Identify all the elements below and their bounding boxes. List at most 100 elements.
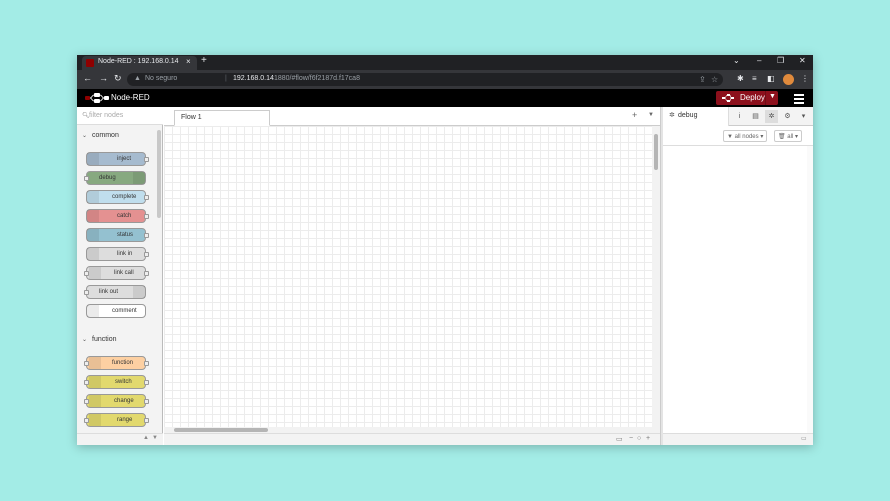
tab-debug[interactable]: ✲ debug bbox=[663, 107, 729, 126]
palette-category-function[interactable]: ⌄ function bbox=[77, 333, 157, 347]
help-book-icon[interactable]: ▤ bbox=[749, 110, 762, 123]
canvas-vertical-scrollbar[interactable] bbox=[652, 126, 660, 427]
debug-scrollbar[interactable] bbox=[807, 146, 813, 433]
link-out-icon bbox=[133, 286, 145, 298]
palette-node-label: comment bbox=[112, 308, 137, 314]
open-window-icon[interactable]: ▭ bbox=[801, 435, 807, 442]
security-status: No seguro bbox=[145, 75, 178, 82]
change-icon bbox=[89, 395, 101, 407]
browser-window: Node-RED : 192.168.0.14 × + ⌄ – ❐ ✕ ← → … bbox=[77, 55, 813, 445]
palette-node-function[interactable]: function bbox=[84, 356, 149, 370]
output-port bbox=[144, 380, 149, 385]
inject-icon bbox=[87, 153, 99, 165]
palette-filter[interactable]: 🔍︎ filter nodes bbox=[77, 107, 163, 125]
complete-icon bbox=[87, 191, 99, 203]
category-label: function bbox=[92, 336, 117, 343]
browser-menu-icon[interactable]: ⋮ bbox=[801, 74, 809, 83]
deploy-icon bbox=[722, 94, 734, 102]
side-panel-icon[interactable]: ◧ bbox=[767, 74, 775, 83]
comment-icon bbox=[87, 305, 99, 317]
share-icon[interactable]: ⇪ bbox=[699, 75, 706, 84]
sidebar-footer: ▭ bbox=[663, 433, 813, 445]
palette-node-complete[interactable]: complete bbox=[86, 190, 149, 204]
function-icon bbox=[89, 357, 101, 369]
config-gear-icon[interactable]: ⚙ bbox=[781, 110, 794, 123]
palette-node-label: link call bbox=[114, 270, 134, 276]
debug-clear-button[interactable]: 🗑︎ all ▾ bbox=[774, 130, 802, 142]
tab-flow-1[interactable]: Flow 1 bbox=[174, 110, 270, 126]
collapse-all-icon[interactable]: ▲ bbox=[143, 435, 149, 441]
palette-filter-input[interactable]: filter nodes bbox=[89, 112, 123, 119]
bookmark-star-icon[interactable]: ☆ bbox=[711, 75, 718, 84]
trash-icon: 🗑︎ bbox=[778, 134, 786, 140]
palette-node-catch[interactable]: catch bbox=[86, 209, 149, 223]
chevron-down-icon: ▾ bbox=[794, 134, 798, 140]
extensions-icon[interactable]: ✱ bbox=[737, 74, 744, 83]
palette-node-inject[interactable]: inject bbox=[86, 152, 149, 166]
browser-tab[interactable]: Node-RED : 192.168.0.14 × bbox=[82, 56, 197, 70]
zoom-out-icon[interactable]: − bbox=[629, 435, 633, 442]
palette-node-label: debug bbox=[99, 175, 116, 181]
palette-node-label: range bbox=[117, 417, 133, 423]
palette-node-switch[interactable]: switch bbox=[84, 375, 149, 389]
address-bar[interactable]: ▲ No seguro | 192.168.0.14 :1880/#flow/f… bbox=[127, 73, 723, 86]
tab-search-icon[interactable]: ⌄ bbox=[733, 56, 740, 65]
alert-icon bbox=[87, 210, 99, 222]
workspace-footer: ▭ − ○ + bbox=[164, 433, 660, 445]
zoom-reset-icon[interactable]: ○ bbox=[637, 435, 641, 442]
range-icon bbox=[89, 414, 101, 426]
palette-node-link-in[interactable]: link in bbox=[86, 247, 149, 261]
deploy-button[interactable]: Deploy ▼ bbox=[716, 91, 778, 105]
sidebar-menu-caret-icon[interactable]: ▾ bbox=[797, 110, 810, 123]
output-port bbox=[144, 361, 149, 366]
palette-node-range[interactable]: range bbox=[84, 413, 149, 427]
zoom-in-icon[interactable]: + bbox=[646, 435, 650, 442]
close-tab-icon[interactable]: × bbox=[186, 57, 191, 66]
flow-list-menu-icon[interactable]: ▼ bbox=[648, 112, 654, 118]
input-port bbox=[84, 290, 89, 295]
palette-category-common[interactable]: ⌄ common bbox=[77, 129, 157, 143]
debug-toolbar: ▼ all nodes ▾ 🗑︎ all ▾ bbox=[663, 126, 813, 146]
profile-avatar[interactable] bbox=[783, 74, 794, 85]
scrollbar-thumb[interactable] bbox=[654, 134, 658, 170]
palette-node-link-call[interactable]: link call bbox=[84, 266, 149, 280]
minimize-button[interactable]: – bbox=[757, 56, 761, 65]
reload-button[interactable]: ↻ bbox=[114, 73, 122, 84]
deploy-menu-caret-icon[interactable]: ▼ bbox=[769, 93, 776, 100]
debug-icon bbox=[133, 172, 145, 184]
maximize-button[interactable]: ❐ bbox=[777, 56, 784, 65]
info-icon[interactable]: i bbox=[733, 110, 746, 123]
output-port bbox=[144, 399, 149, 404]
palette-node-label: change bbox=[114, 398, 134, 404]
workspace-tab-bar: Flow 1 + ▼ bbox=[164, 107, 660, 126]
main-menu-button[interactable] bbox=[793, 92, 805, 104]
flow-canvas[interactable] bbox=[164, 126, 652, 427]
output-port bbox=[144, 195, 149, 200]
palette-node-label: catch bbox=[117, 213, 132, 219]
warning-icon: ▲ bbox=[134, 75, 141, 82]
close-window-button[interactable]: ✕ bbox=[799, 56, 806, 65]
palette-node-link-out[interactable]: link out bbox=[84, 285, 146, 299]
sidebar-tab-label: debug bbox=[678, 112, 698, 119]
flow-tab-label: Flow 1 bbox=[181, 114, 202, 121]
palette-scrollbar[interactable] bbox=[157, 130, 161, 218]
palette-node-change[interactable]: change bbox=[84, 394, 149, 408]
expand-all-icon[interactable]: ▼ bbox=[152, 435, 158, 441]
debug-tab-icon[interactable]: ✲ bbox=[765, 110, 778, 123]
palette-node-debug[interactable]: debug bbox=[84, 171, 146, 185]
forward-button[interactable]: → bbox=[99, 73, 108, 83]
browser-tab-title: Node-RED : 192.168.0.14 bbox=[98, 58, 179, 65]
palette-node-status[interactable]: status bbox=[86, 228, 149, 242]
chevron-down-icon: ⌄ bbox=[82, 337, 88, 343]
back-button[interactable]: ← bbox=[83, 73, 92, 83]
address-separator: | bbox=[225, 75, 227, 82]
status-icon bbox=[87, 229, 99, 241]
palette-node-comment[interactable]: comment bbox=[86, 304, 146, 318]
new-tab-button[interactable]: + bbox=[201, 55, 207, 66]
debug-filter-button[interactable]: ▼ all nodes ▾ bbox=[723, 130, 768, 142]
scrollbar-thumb[interactable] bbox=[174, 428, 268, 432]
output-port bbox=[144, 271, 149, 276]
navigator-icon[interactable]: ▭ bbox=[616, 435, 623, 443]
reading-list-icon[interactable]: ≡ bbox=[752, 74, 757, 83]
add-flow-icon[interactable]: + bbox=[632, 110, 637, 120]
